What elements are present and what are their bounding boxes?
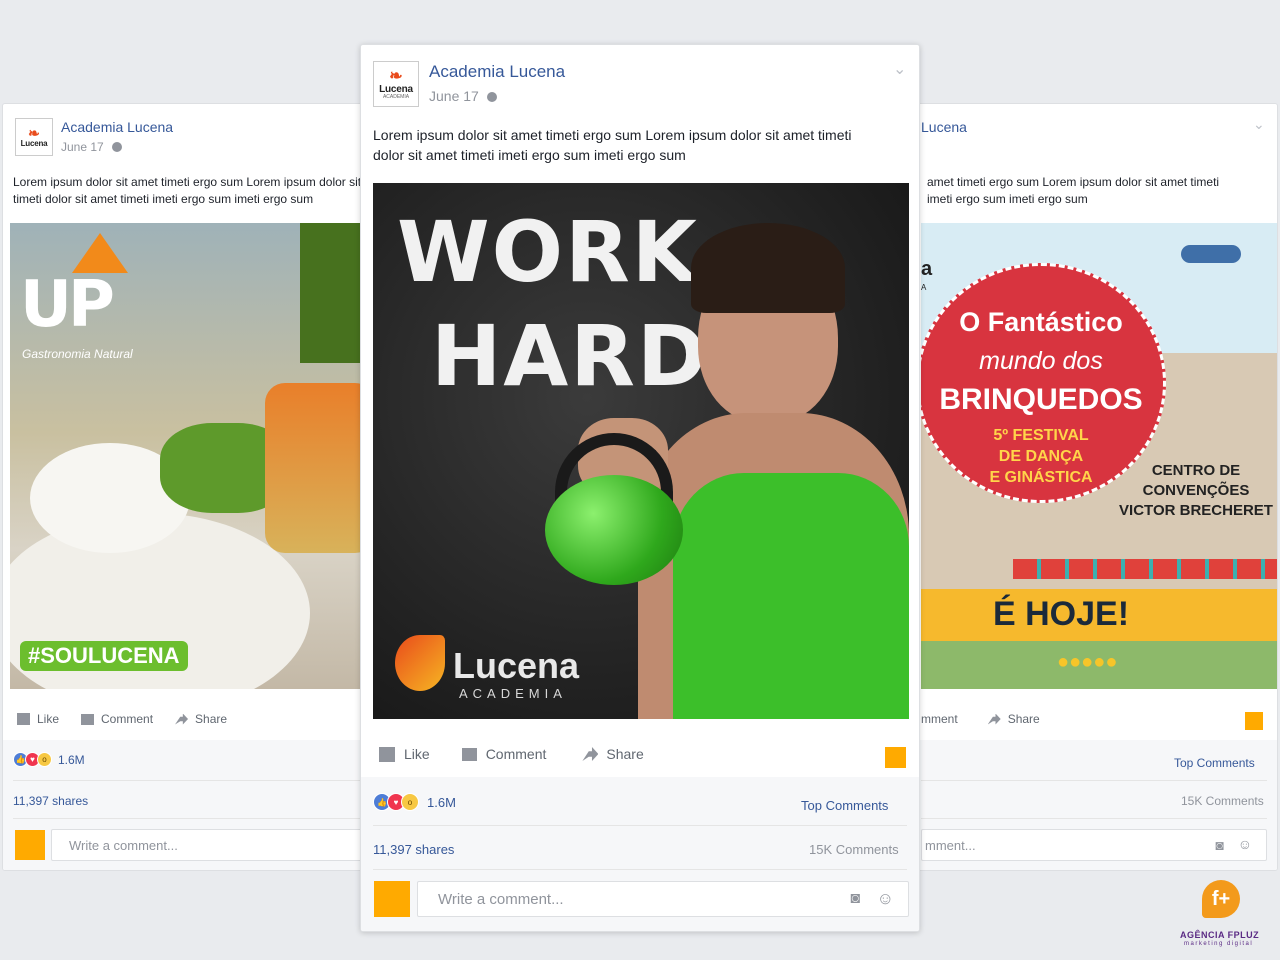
page-name[interactable]: Academia Lucena	[61, 119, 173, 135]
camera-icon[interactable]: ◙	[850, 890, 860, 908]
logo-mark-icon: ❧	[389, 67, 403, 85]
banner-text: É HOJE!	[993, 595, 1130, 633]
brand-up: UP	[20, 268, 115, 342]
airplane-icon	[1181, 245, 1241, 263]
share-icon	[987, 713, 1001, 725]
comment-button[interactable]: Comment	[81, 712, 153, 726]
reactions-summary[interactable]: 👍 ♥ o 1.6M	[13, 752, 85, 767]
lucena-logo-icon	[395, 635, 445, 691]
divider	[13, 818, 391, 819]
comment-input[interactable]: Write a comment... ◙ ☺	[417, 881, 909, 917]
post-date-text: June 17	[61, 140, 104, 154]
right-post-card: Lucena ⌄ amet timeti ergo sum Lorem ipsu…	[878, 103, 1278, 871]
divider	[921, 780, 1267, 781]
logo-partial-sub: A	[921, 283, 927, 292]
globe-icon	[486, 92, 497, 102]
reactions-summary[interactable]: 👍 ♥ o 1.6M	[373, 793, 456, 811]
green-tank-top	[673, 473, 909, 719]
dessert-glass	[265, 383, 375, 553]
comment-button[interactable]: mment	[921, 712, 958, 726]
comments-count[interactable]: 15K Comments	[1181, 794, 1264, 808]
globe-icon	[111, 142, 122, 152]
divider	[13, 780, 391, 781]
brand-up-sub: Gastronomia Natural	[22, 347, 133, 361]
divider	[373, 825, 907, 826]
post-text: Lorem ipsum dolor sit amet timeti ergo s…	[13, 175, 392, 206]
reaction-count: 1.6M	[427, 794, 456, 810]
reaction-count: 1.6M	[58, 752, 85, 767]
emoji-icon[interactable]: ☺	[1238, 836, 1252, 852]
post-image-food[interactable]: UP Gastronomia Natural #SOULUCENA	[10, 223, 401, 689]
comment-input-partial[interactable]: mment... ◙ ☺	[921, 829, 1267, 861]
user-avatar	[15, 830, 45, 860]
post-date[interactable]: June 17	[61, 140, 122, 154]
top-comments-link[interactable]: Top Comments	[801, 798, 888, 813]
post-image-festival[interactable]: a A O Fantástico mundo dos BRINQUEDOS 5º…	[921, 223, 1277, 689]
accent-square	[1245, 712, 1263, 730]
headline-1: WORK	[397, 203, 699, 301]
ducks: ●●●●●	[1057, 651, 1118, 673]
logo-mark-icon: ❧	[28, 125, 40, 141]
comment-button[interactable]: Comment	[461, 746, 546, 762]
brand-sub: ACADEMIA	[459, 686, 567, 701]
featured-post-card: ❧ Lucena ACADEMIA Academia Lucena June 1…	[360, 44, 920, 932]
post-date[interactable]: June 17	[429, 88, 497, 104]
left-post-card: ❧ Lucena Academia Lucena June 17 Lorem i…	[2, 103, 402, 871]
kettlebell-icon	[545, 475, 683, 585]
post-image-work-hard[interactable]: WORK HARD Lucena ACADEMIA	[373, 183, 909, 719]
camera-icon[interactable]: ◙	[1216, 837, 1224, 853]
agency-logo-icon: f+	[1202, 880, 1240, 918]
toy-train	[1013, 559, 1277, 579]
action-bar: Like Comment Share	[379, 746, 644, 762]
accent-square	[885, 747, 906, 768]
divider	[373, 869, 907, 870]
festival-title-1: O Fantástico	[959, 307, 1123, 337]
page-name-partial[interactable]: Lucena	[921, 119, 967, 135]
athlete-hair	[691, 223, 845, 313]
share-icon	[582, 747, 599, 761]
post-text: Lorem ipsum dolor sit amet timeti ergo s…	[373, 127, 852, 163]
user-avatar	[374, 881, 410, 917]
thumbs-up-icon	[17, 713, 30, 725]
chevron-down-icon[interactable]: ⌄	[893, 59, 906, 79]
comment-input[interactable]: Write a comment...	[51, 829, 401, 861]
top-comments-link[interactable]: Top Comments	[1174, 756, 1255, 770]
page-avatar[interactable]: ❧ Lucena	[15, 118, 53, 156]
share-button[interactable]: Share	[987, 712, 1040, 726]
divider	[921, 818, 1267, 819]
like-button[interactable]: Like	[379, 746, 430, 762]
up-arrow-icon	[72, 233, 128, 273]
action-bar-partial: mment Share	[921, 712, 1040, 726]
headline-2: HARD	[431, 307, 709, 405]
agency-watermark: f+ AGÊNCIA FPLUZ marketing digital	[1176, 878, 1268, 950]
festival-title-3: BRINQUEDOS	[939, 383, 1143, 416]
share-button[interactable]: Share	[582, 746, 644, 762]
like-button[interactable]: Like	[17, 712, 59, 726]
festival-title-2: mundo dos	[979, 347, 1103, 375]
share-icon	[175, 713, 189, 725]
page-name[interactable]: Academia Lucena	[429, 62, 565, 82]
emoji-icon[interactable]: ☺	[877, 889, 894, 909]
brand-name: Lucena	[453, 645, 580, 686]
thumbs-up-icon	[379, 746, 395, 762]
venue: CENTRO DE CONVENÇÕES VICTOR BRECHERET	[1119, 462, 1273, 519]
shares-count[interactable]: 11,397 shares	[373, 842, 454, 857]
chevron-down-icon[interactable]: ⌄	[1253, 116, 1265, 133]
shares-count[interactable]: 11,397 shares	[13, 794, 88, 808]
page-avatar[interactable]: ❧ Lucena ACADEMIA	[373, 61, 419, 107]
action-bar: Like Comment Share	[17, 712, 227, 726]
post-date-text: June 17	[429, 88, 479, 104]
comment-icon	[81, 713, 95, 725]
agency-name: AGÊNCIA FPLUZ	[1180, 930, 1260, 940]
post-text-partial: amet timeti ergo sum Lorem ipsum dolor s…	[927, 175, 1220, 206]
wow-reaction-icon: o	[401, 793, 419, 811]
share-button[interactable]: Share	[175, 712, 227, 726]
agency-tagline: marketing digital	[1184, 941, 1254, 947]
comments-count[interactable]: 15K Comments	[809, 842, 899, 857]
wow-reaction-icon: o	[37, 752, 52, 767]
hashtag: #SOULUCENA	[20, 641, 188, 671]
comment-icon	[461, 747, 477, 761]
logo-partial: a	[921, 258, 933, 280]
